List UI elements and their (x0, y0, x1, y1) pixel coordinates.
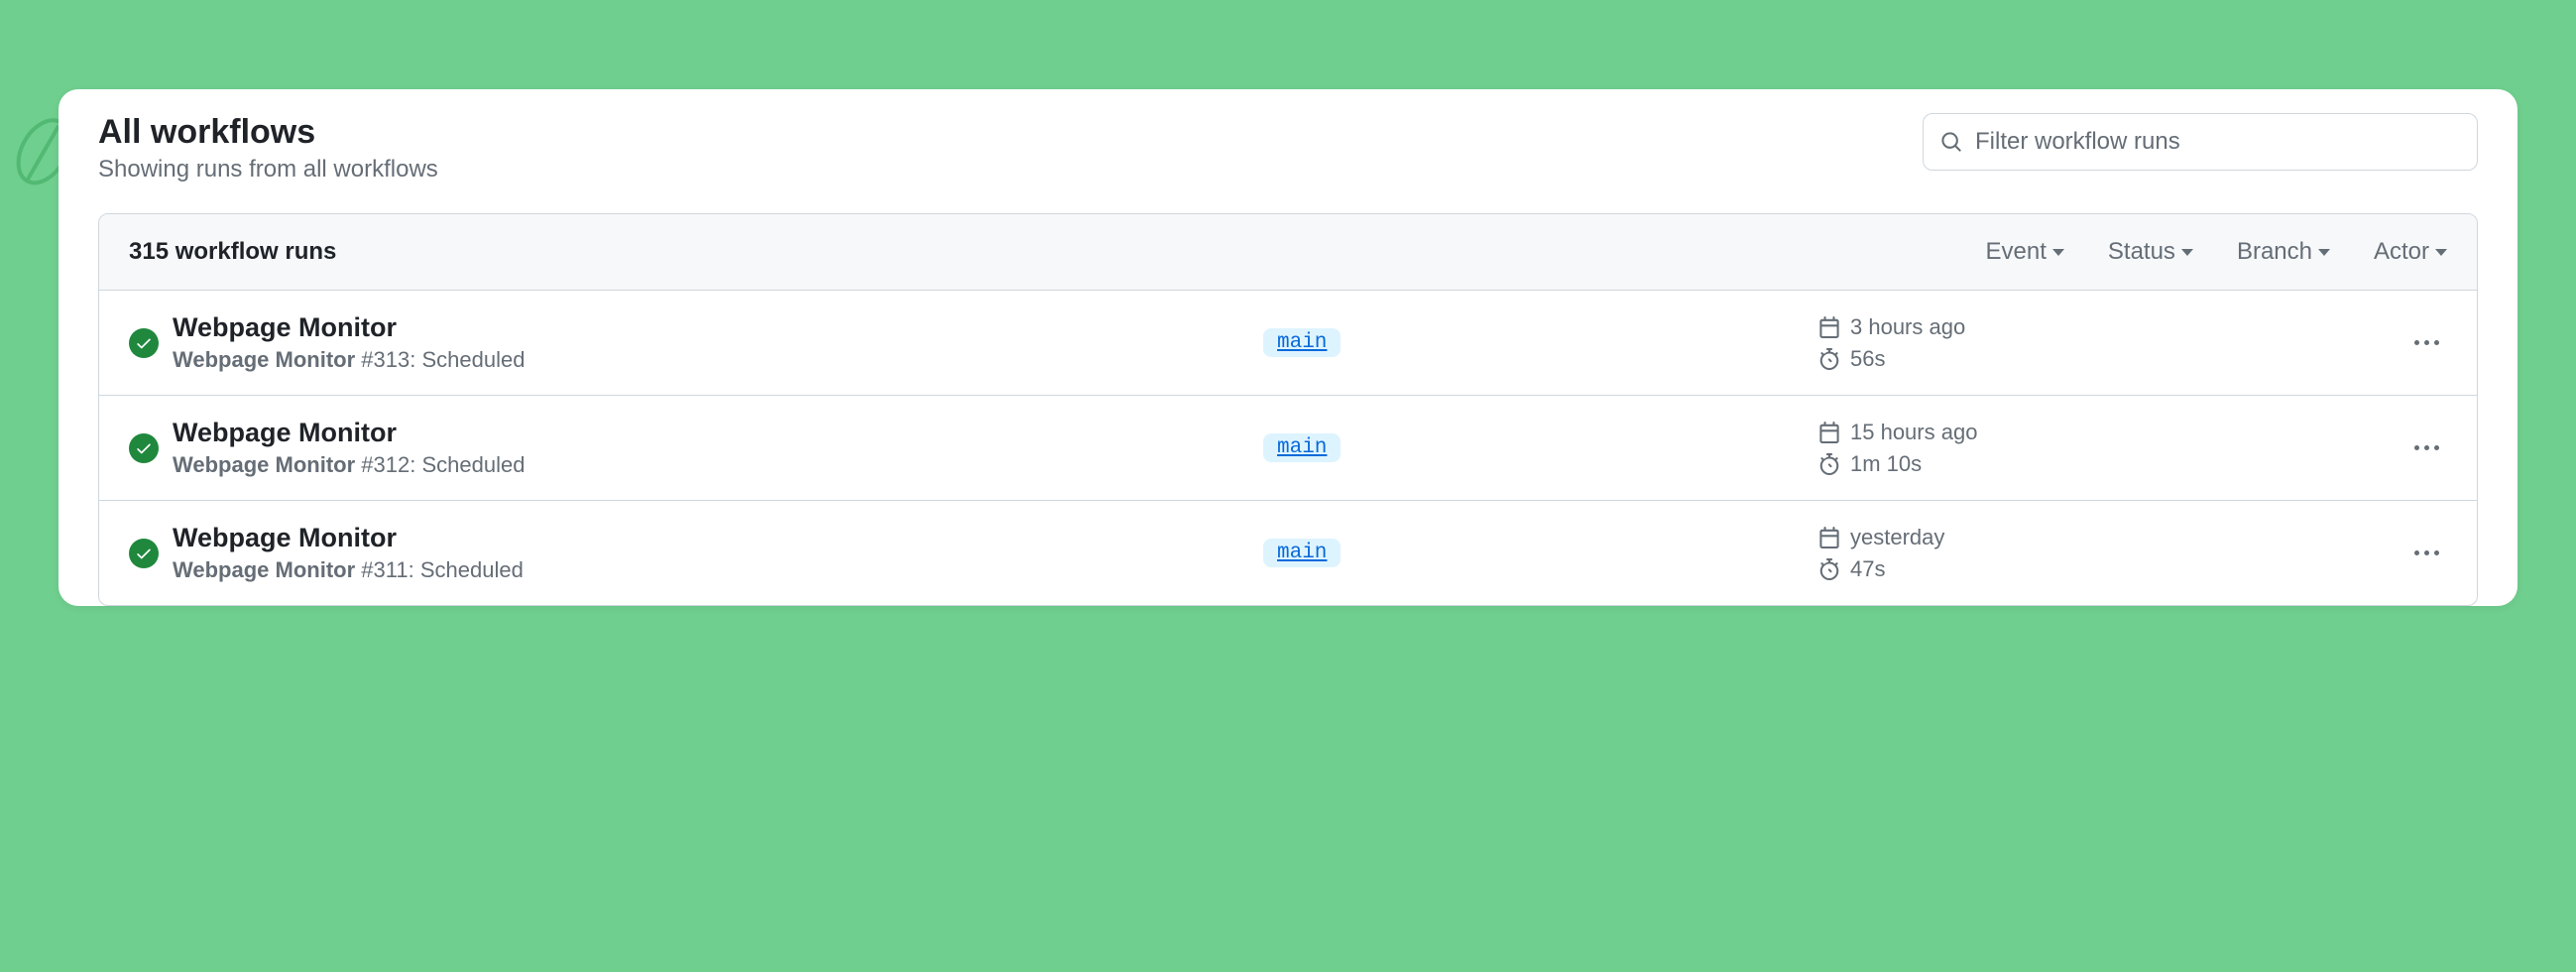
search-input[interactable] (1923, 113, 2478, 171)
calendar-icon (1818, 422, 1840, 443)
stopwatch-icon (1818, 453, 1840, 475)
filter-group: Event Status Branch Actor (1986, 238, 2447, 266)
workflows-panel: All workflows Showing runs from all work… (59, 89, 2517, 606)
title-cell: Webpage Monitor Webpage Monitor #312: Sc… (173, 418, 1263, 478)
run-subtitle: Webpage Monitor #313: Scheduled (173, 347, 1263, 373)
stopwatch-icon (1818, 348, 1840, 370)
table-row: Webpage Monitor Webpage Monitor #311: Sc… (99, 501, 2477, 605)
row-actions-button[interactable] (2406, 332, 2447, 353)
table-header: 315 workflow runs Event Status Branch Ac… (99, 214, 2477, 291)
branch-cell: main (1263, 433, 1818, 462)
runs-table: 315 workflow runs Event Status Branch Ac… (98, 213, 2478, 606)
search-wrap (1923, 113, 2478, 171)
branch-cell: main (1263, 539, 1818, 567)
workflow-name: Webpage Monitor (173, 452, 355, 477)
filter-branch-label: Branch (2237, 238, 2312, 266)
row-actions-button[interactable] (2406, 543, 2447, 563)
stopwatch-icon (1818, 558, 1840, 580)
workflow-name: Webpage Monitor (173, 557, 355, 582)
run-subtitle: Webpage Monitor #311: Scheduled (173, 557, 1263, 583)
run-trigger: Scheduled (420, 557, 524, 582)
caret-down-icon (2318, 249, 2330, 256)
filter-status-label: Status (2108, 238, 2175, 266)
run-count: 315 workflow runs (129, 238, 336, 266)
filter-status[interactable]: Status (2108, 238, 2193, 266)
filter-actor[interactable]: Actor (2374, 238, 2447, 266)
filter-branch[interactable]: Branch (2237, 238, 2330, 266)
run-trigger: Scheduled (421, 452, 525, 477)
time-cell: 3 hours ago 56s (1818, 314, 2156, 372)
caret-down-icon (2435, 249, 2447, 256)
kebab-icon (2414, 550, 2439, 555)
status-cell (129, 539, 173, 568)
row-actions-button[interactable] (2406, 437, 2447, 458)
status-success-icon (129, 433, 159, 463)
caret-down-icon (2052, 249, 2064, 256)
workflow-name: Webpage Monitor (173, 347, 355, 372)
branch-cell: main (1263, 328, 1818, 357)
caret-down-icon (2181, 249, 2193, 256)
time-cell: 15 hours ago 1m 10s (1818, 420, 2156, 477)
run-duration: 47s (1850, 556, 1885, 582)
run-title-link[interactable]: Webpage Monitor (173, 418, 1263, 448)
run-duration: 1m 10s (1850, 451, 1922, 477)
title-cell: Webpage Monitor Webpage Monitor #311: Sc… (173, 523, 1263, 583)
status-cell (129, 328, 173, 358)
calendar-icon (1818, 527, 1840, 548)
filter-event-label: Event (1986, 238, 2047, 266)
run-time-ago: 3 hours ago (1850, 314, 1965, 340)
title-block: All workflows Showing runs from all work… (98, 113, 438, 183)
run-number: #313: (361, 347, 421, 372)
table-row: Webpage Monitor Webpage Monitor #313: Sc… (99, 291, 2477, 396)
branch-chip[interactable]: main (1263, 539, 1341, 567)
kebab-icon (2414, 445, 2439, 450)
filter-event[interactable]: Event (1986, 238, 2064, 266)
run-title-link[interactable]: Webpage Monitor (173, 523, 1263, 553)
menu-cell (2156, 543, 2447, 563)
branch-chip[interactable]: main (1263, 433, 1341, 462)
page-subtitle: Showing runs from all workflows (98, 156, 438, 183)
search-icon (1940, 131, 1962, 153)
calendar-icon (1818, 316, 1840, 338)
run-title-link[interactable]: Webpage Monitor (173, 312, 1263, 343)
run-trigger: Scheduled (421, 347, 525, 372)
status-success-icon (129, 328, 159, 358)
run-number: #311: (361, 557, 420, 582)
filter-actor-label: Actor (2374, 238, 2429, 266)
time-cell: yesterday 47s (1818, 525, 2156, 582)
status-cell (129, 433, 173, 463)
branch-chip[interactable]: main (1263, 328, 1341, 357)
run-number: #312: (361, 452, 421, 477)
page-title: All workflows (98, 113, 438, 152)
run-time-ago: yesterday (1850, 525, 1944, 550)
title-cell: Webpage Monitor Webpage Monitor #313: Sc… (173, 312, 1263, 373)
kebab-icon (2414, 340, 2439, 345)
run-time-ago: 15 hours ago (1850, 420, 1977, 445)
menu-cell (2156, 332, 2447, 353)
menu-cell (2156, 437, 2447, 458)
status-success-icon (129, 539, 159, 568)
panel-header: All workflows Showing runs from all work… (59, 113, 2517, 213)
run-duration: 56s (1850, 346, 1885, 372)
run-subtitle: Webpage Monitor #312: Scheduled (173, 452, 1263, 478)
table-row: Webpage Monitor Webpage Monitor #312: Sc… (99, 396, 2477, 501)
